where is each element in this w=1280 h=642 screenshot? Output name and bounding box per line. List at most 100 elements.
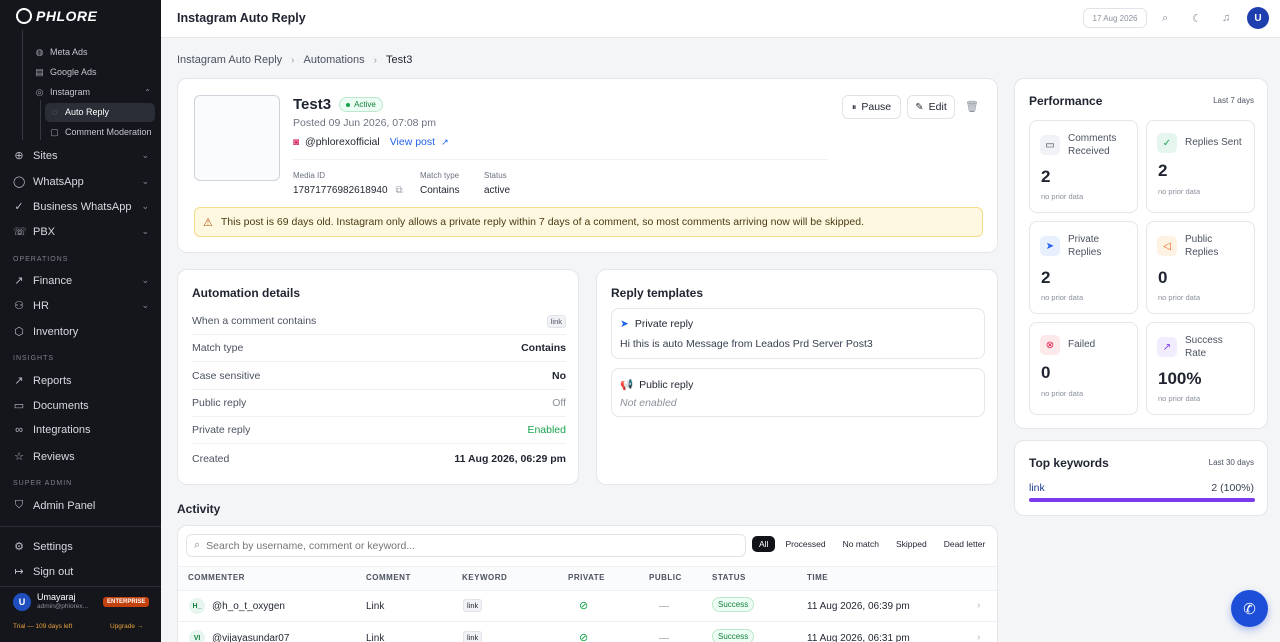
status-badge-label: Active <box>354 100 376 109</box>
copy-icon[interactable]: ⧉ <box>396 185 403 196</box>
moon-icon[interactable]: ☾ <box>1192 12 1202 25</box>
chart-icon: ▤ <box>35 66 44 77</box>
column-header: COMMENTER <box>188 573 245 582</box>
sidebar-item-reports[interactable]: ↗ Reports <box>13 374 149 388</box>
globe-icon: ◍ <box>35 46 44 57</box>
detail-row: Private reply Enabled <box>192 417 566 444</box>
breadcrumb-current: Test3 <box>386 54 413 66</box>
sidebar-item-whatsapp[interactable]: ◯ WhatsApp ⌄ <box>13 175 149 189</box>
sidebar-item-sites[interactable]: ⊕ Sites ⌄ <box>13 149 149 163</box>
link-icon: ∞ <box>15 424 23 436</box>
keyword-chip: link <box>546 314 566 328</box>
posted-date: Posted 09 Jun 2026, 07:08 pm <box>293 117 437 129</box>
trial-text: Trial — 109 days left <box>13 623 73 630</box>
filter-dead-letter[interactable]: Dead letter <box>937 536 993 552</box>
chevron-right-icon[interactable]: › <box>977 632 980 642</box>
public-cell: — <box>659 601 669 612</box>
column-header: PUBLIC <box>649 573 682 582</box>
public-cell: — <box>659 633 669 642</box>
sidebar-item-label: Documents <box>33 399 89 412</box>
chevron-right-icon: › <box>291 54 295 66</box>
commenter-name: @vijayasundar07 <box>212 632 290 642</box>
avatar: H_ <box>189 598 205 614</box>
sidebar-item-label: Settings <box>33 540 73 553</box>
instagram-handle: @phlorexofficial <box>305 136 380 148</box>
user-avatar[interactable]: U <box>1247 7 1269 29</box>
upgrade-link[interactable]: Upgrade → <box>110 623 143 630</box>
breadcrumb: Instagram Auto Reply › Automations › Tes… <box>177 54 412 66</box>
stat-note: no prior data <box>1041 389 1084 398</box>
trend-up-icon: ↗ <box>1157 337 1177 357</box>
filter-no-match[interactable]: No match <box>836 536 886 552</box>
public-reply-template: 📢 Public reply Not enabled <box>611 368 985 417</box>
send-icon: ➤ <box>1040 236 1060 256</box>
sidebar-item-sign-out[interactable]: ↦ Sign out <box>13 565 149 579</box>
sidebar-item-business-whatsapp[interactable]: ✓ Business WhatsApp ⌄ <box>13 200 149 214</box>
sidebar-item-auto-reply[interactable]: ◌ Auto Reply <box>50 107 109 117</box>
sidebar-item-label: Comment Moderation <box>65 127 152 137</box>
sidebar-item-admin-panel[interactable]: ⛉ Admin Panel <box>13 499 149 512</box>
chevron-right-icon[interactable]: › <box>977 600 980 611</box>
search-box[interactable]: ⌕ <box>186 534 746 557</box>
template-text: Hi this is auto Message from Leados Prd … <box>620 338 873 350</box>
sidebar-item-google-ads[interactable]: ▤ Google Ads <box>35 66 96 77</box>
post-title: Test3 <box>293 96 332 113</box>
section-label-operations: OPERATIONS <box>13 256 69 263</box>
stat-note: no prior data <box>1158 187 1201 196</box>
sidebar-item-label: Admin Panel <box>33 499 96 512</box>
breadcrumb-item[interactable]: Automations <box>304 54 365 66</box>
keyword-bar-fill <box>1029 498 1255 502</box>
search-icon[interactable]: ⌕ <box>1162 12 1168 25</box>
status-badge: Active <box>339 97 383 112</box>
reply-templates-card: Reply templates ➤ Private reply Hi this i… <box>596 269 998 485</box>
date-display[interactable]: 17 Aug 2026 <box>1083 8 1147 28</box>
detail-label: Case sensitive <box>192 370 261 382</box>
user-card[interactable]: U Umayaraj admin@phlorex... ENTERPRISE T… <box>0 586 161 642</box>
stat-name: Success Rate <box>1185 335 1223 359</box>
sidebar-item-instagram[interactable]: ◎ Instagram ⌃ <box>35 87 151 97</box>
app-logo[interactable]: PHLORE <box>16 8 97 24</box>
bell-icon[interactable]: ♫ <box>1222 12 1230 24</box>
call-fab-button[interactable]: ✆ <box>1231 590 1268 627</box>
trash-icon[interactable]: 🗑 <box>965 100 979 113</box>
stat-note: no prior data <box>1041 192 1084 201</box>
column-header: KEYWORD <box>462 573 508 582</box>
search-input[interactable] <box>206 539 727 552</box>
sidebar-item-meta-ads[interactable]: ◍ Meta Ads <box>35 47 88 57</box>
sidebar-item-inventory[interactable]: ⬡ Inventory <box>13 325 149 339</box>
tree-line <box>22 30 23 140</box>
detail-value: Contains <box>521 342 566 354</box>
sidebar-item-label: Sign out <box>33 565 74 578</box>
sidebar-item-reviews[interactable]: ☆ Reviews <box>13 450 149 464</box>
sidebar-item-settings[interactable]: ⚙ Settings <box>13 540 149 554</box>
filter-all[interactable]: All <box>752 536 776 552</box>
stat-value: 2 <box>1158 161 1168 180</box>
star-icon: ☆ <box>14 451 24 463</box>
template-title: Private reply <box>634 318 694 330</box>
logo-text: PHLORE <box>36 8 98 24</box>
post-thumbnail[interactable] <box>194 95 280 181</box>
sidebar-item-pbx[interactable]: ☏ PBX ⌄ <box>13 225 149 239</box>
column-header: TIME <box>807 573 829 582</box>
box-icon: ⬡ <box>14 326 24 338</box>
filter-processed[interactable]: Processed <box>778 536 832 552</box>
sidebar-item-documents[interactable]: ▭ Documents <box>13 399 149 413</box>
filter-skipped[interactable]: Skipped <box>889 536 934 552</box>
status-value: active <box>484 185 511 196</box>
commenter-cell: VI @vijayasundar07 <box>189 630 289 642</box>
sidebar-item-integrations[interactable]: ∞ Integrations <box>13 424 149 436</box>
sidebar-item-hr[interactable]: ⚇ HR ⌄ <box>13 299 149 313</box>
stat-card: ➤ Private Replies 2 no prior data <box>1029 221 1138 314</box>
breadcrumb-item[interactable]: Instagram Auto Reply <box>177 54 282 66</box>
avatar: U <box>13 593 31 611</box>
sidebar-item-finance[interactable]: ↗ Finance ⌄ <box>13 274 149 288</box>
detail-value: Enabled <box>527 424 566 436</box>
view-post-link[interactable]: View post <box>390 136 435 148</box>
card-title: Top keywords <box>1029 456 1109 470</box>
pause-button[interactable]: ⏸ Pause <box>842 95 901 119</box>
sidebar-item-comment-moderation[interactable]: ▢ Comment Moderation <box>50 127 152 137</box>
edit-button[interactable]: ✎ Edit <box>907 95 955 119</box>
section-label-insights: INSIGHTS <box>13 355 55 362</box>
detail-label: Public reply <box>192 397 247 409</box>
detail-row: Created 11 Aug 2026, 06:29 pm <box>192 445 566 472</box>
